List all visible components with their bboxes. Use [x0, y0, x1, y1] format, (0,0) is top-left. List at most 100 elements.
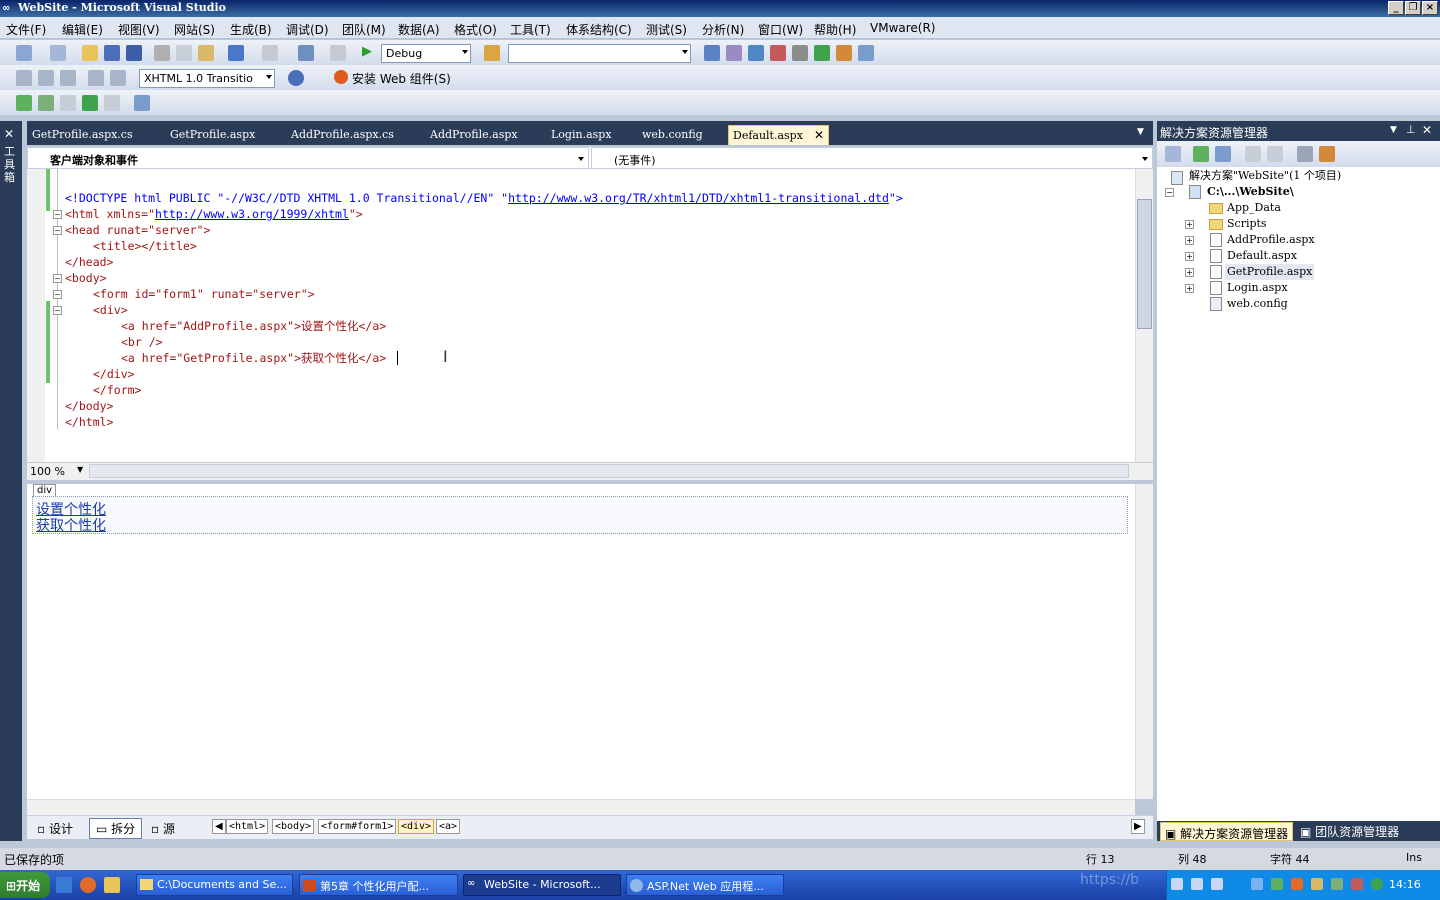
menu-architecture[interactable]: 体系结构(C) [566, 21, 632, 38]
tray-icon[interactable] [1191, 878, 1203, 890]
project-node[interactable]: C:\...\WebSite\ [1207, 184, 1294, 200]
tab-addprofile-aspx[interactable]: AddProfile.aspx [426, 125, 522, 145]
expand-icon[interactable]: + [1185, 268, 1194, 277]
stop-icon[interactable] [60, 95, 76, 111]
extension-manager-icon[interactable] [836, 45, 852, 61]
format-icon[interactable] [60, 70, 76, 86]
collapse-project-icon[interactable]: − [1165, 188, 1174, 197]
zoom-level[interactable]: 100 % [30, 465, 65, 478]
tree-item-web-config[interactable]: web.config [1227, 296, 1288, 312]
code-scroll-thumb[interactable] [1137, 199, 1152, 329]
code-horizontal-scrollbar[interactable] [89, 464, 1129, 478]
html-xmlns-url[interactable]: http://www.w3.org/1999/xhtml [155, 207, 349, 221]
tab-dropdown-icon[interactable]: ▼ [1137, 127, 1144, 137]
design-horizontal-scrollbar[interactable] [27, 799, 1135, 815]
fold-toggle[interactable]: − [53, 290, 62, 299]
uncomment-icon[interactable] [110, 70, 126, 86]
menu-website[interactable]: 网站(S) [174, 21, 215, 38]
redo-icon[interactable] [262, 45, 278, 61]
menu-data[interactable]: 数据(A) [398, 21, 440, 38]
expand-icon[interactable]: + [1185, 220, 1194, 229]
menu-window[interactable]: 窗口(W) [758, 21, 803, 38]
new-project-icon[interactable] [16, 45, 32, 61]
code-editor[interactable]: <!DOCTYPE html PUBLIC "-//W3C//DTD XHTML… [27, 169, 1135, 462]
doctype-select[interactable]: XHTML 1.0 Transitio [139, 69, 275, 88]
toolbox-icon[interactable] [770, 45, 786, 61]
asp-config-icon[interactable] [1319, 146, 1335, 162]
client-objects-dropdown[interactable]: 客户端对象和事件 [27, 147, 589, 169]
tray-icon[interactable] [1291, 878, 1303, 890]
comment-icon[interactable] [88, 70, 104, 86]
navigate-forward-icon[interactable] [330, 45, 346, 61]
pause-icon[interactable] [104, 95, 120, 111]
breadcrumb-form[interactable]: <form#form1> [318, 819, 397, 834]
copy-website-icon[interactable] [1297, 146, 1313, 162]
add-item-icon[interactable] [50, 45, 66, 61]
div-design-surface[interactable]: 设置个性化 获取个性化 [32, 496, 1128, 534]
properties-icon[interactable] [726, 45, 742, 61]
tray-icon[interactable] [1311, 878, 1323, 890]
tree-item-addprofile[interactable]: AddProfile.aspx [1227, 232, 1315, 248]
minimize-button[interactable]: _ [1388, 1, 1404, 15]
restore-button[interactable]: ❐ [1405, 1, 1421, 15]
open-folder-icon[interactable] [82, 45, 98, 61]
run-icon[interactable] [16, 95, 32, 111]
menu-format[interactable]: 格式(O) [454, 21, 497, 38]
nest-files-icon[interactable] [1215, 146, 1231, 162]
tree-item-default[interactable]: Default.aspx [1227, 248, 1297, 264]
menu-analyze[interactable]: 分析(N) [702, 21, 744, 38]
network-icon[interactable] [1371, 878, 1383, 890]
toolbox-pin-icon[interactable]: ✕ [4, 127, 14, 141]
menu-debug[interactable]: 调试(D) [286, 21, 329, 38]
tab-solution-explorer[interactable]: ▣ 解决方案资源管理器 [1160, 822, 1294, 841]
tab-addprofile-cs[interactable]: AddProfile.aspx.cs [287, 125, 398, 145]
fold-toggle[interactable]: − [53, 306, 62, 315]
tray-icon[interactable] [1331, 878, 1343, 890]
zoom-dropdown-icon[interactable]: ▼ [77, 465, 83, 474]
object-browser-icon[interactable] [748, 45, 764, 61]
breadcrumb-a[interactable]: <a> [436, 819, 461, 834]
code-vertical-scrollbar[interactable] [1135, 169, 1153, 462]
start-button[interactable]: ⊞开始 [0, 872, 50, 898]
tree-item-app-data[interactable]: App_Data [1227, 200, 1281, 216]
solution-node[interactable]: 解决方案"WebSite"(1 个项目) [1189, 168, 1341, 184]
breadcrumb-body[interactable]: <body> [272, 819, 315, 834]
breadcrumb-scroll-right-icon[interactable]: ▶ [1131, 819, 1145, 834]
undo-icon[interactable] [228, 45, 244, 61]
navigate-backward-icon[interactable] [298, 45, 314, 61]
panel-dropdown-icon[interactable]: ▼ [1390, 125, 1397, 135]
command-window-icon[interactable] [858, 45, 874, 61]
fold-toggle[interactable]: − [53, 226, 62, 235]
task-visual-studio[interactable]: ∞ WebSite - Microsoft... [463, 874, 621, 896]
doctype-url[interactable]: http://www.w3.org/TR/xhtml1/DTD/xhtml1-t… [508, 191, 889, 205]
install-web-components-button[interactable]: 安装 Web 组件(S) [352, 70, 451, 87]
test-view-icon[interactable] [134, 95, 150, 111]
indent-icon[interactable] [16, 70, 32, 86]
copy-icon[interactable] [176, 45, 192, 61]
save-all-icon[interactable] [126, 45, 142, 61]
properties-icon[interactable] [1165, 146, 1181, 162]
design-view-button[interactable]: ▫ 设计 [37, 820, 73, 837]
view-code-icon[interactable] [1245, 146, 1261, 162]
expand-icon[interactable]: + [1185, 284, 1194, 293]
tab-login-aspx[interactable]: Login.aspx [547, 125, 616, 145]
save-icon[interactable] [104, 45, 120, 61]
step-icon[interactable] [82, 95, 98, 111]
toolbox-tab[interactable]: 工具箱 [4, 145, 18, 184]
start-debugging-icon[interactable]: ▶ [362, 44, 372, 59]
start-page-icon[interactable] [814, 45, 830, 61]
expand-icon[interactable]: + [1185, 252, 1194, 261]
outdent-icon[interactable] [38, 70, 54, 86]
menu-tools[interactable]: 工具(T) [510, 21, 551, 38]
fold-toggle[interactable]: − [53, 210, 62, 219]
task-browser[interactable]: ASP.Net Web 应用程... [626, 874, 784, 896]
tree-item-scripts[interactable]: Scripts [1227, 216, 1267, 232]
menu-file[interactable]: 文件(F) [6, 21, 46, 38]
task-powerpoint[interactable]: 第5章 个性化用户配... [299, 874, 458, 896]
design-view[interactable]: div 设置个性化 获取个性化 [27, 484, 1135, 799]
source-view-button[interactable]: ▫ 源 [151, 820, 175, 837]
task-explorer[interactable]: C:\Documents and Se... [136, 874, 293, 896]
pin-icon[interactable]: ⊥ [1406, 123, 1416, 136]
tools-icon[interactable] [792, 45, 808, 61]
tree-item-login[interactable]: Login.aspx [1227, 280, 1288, 296]
